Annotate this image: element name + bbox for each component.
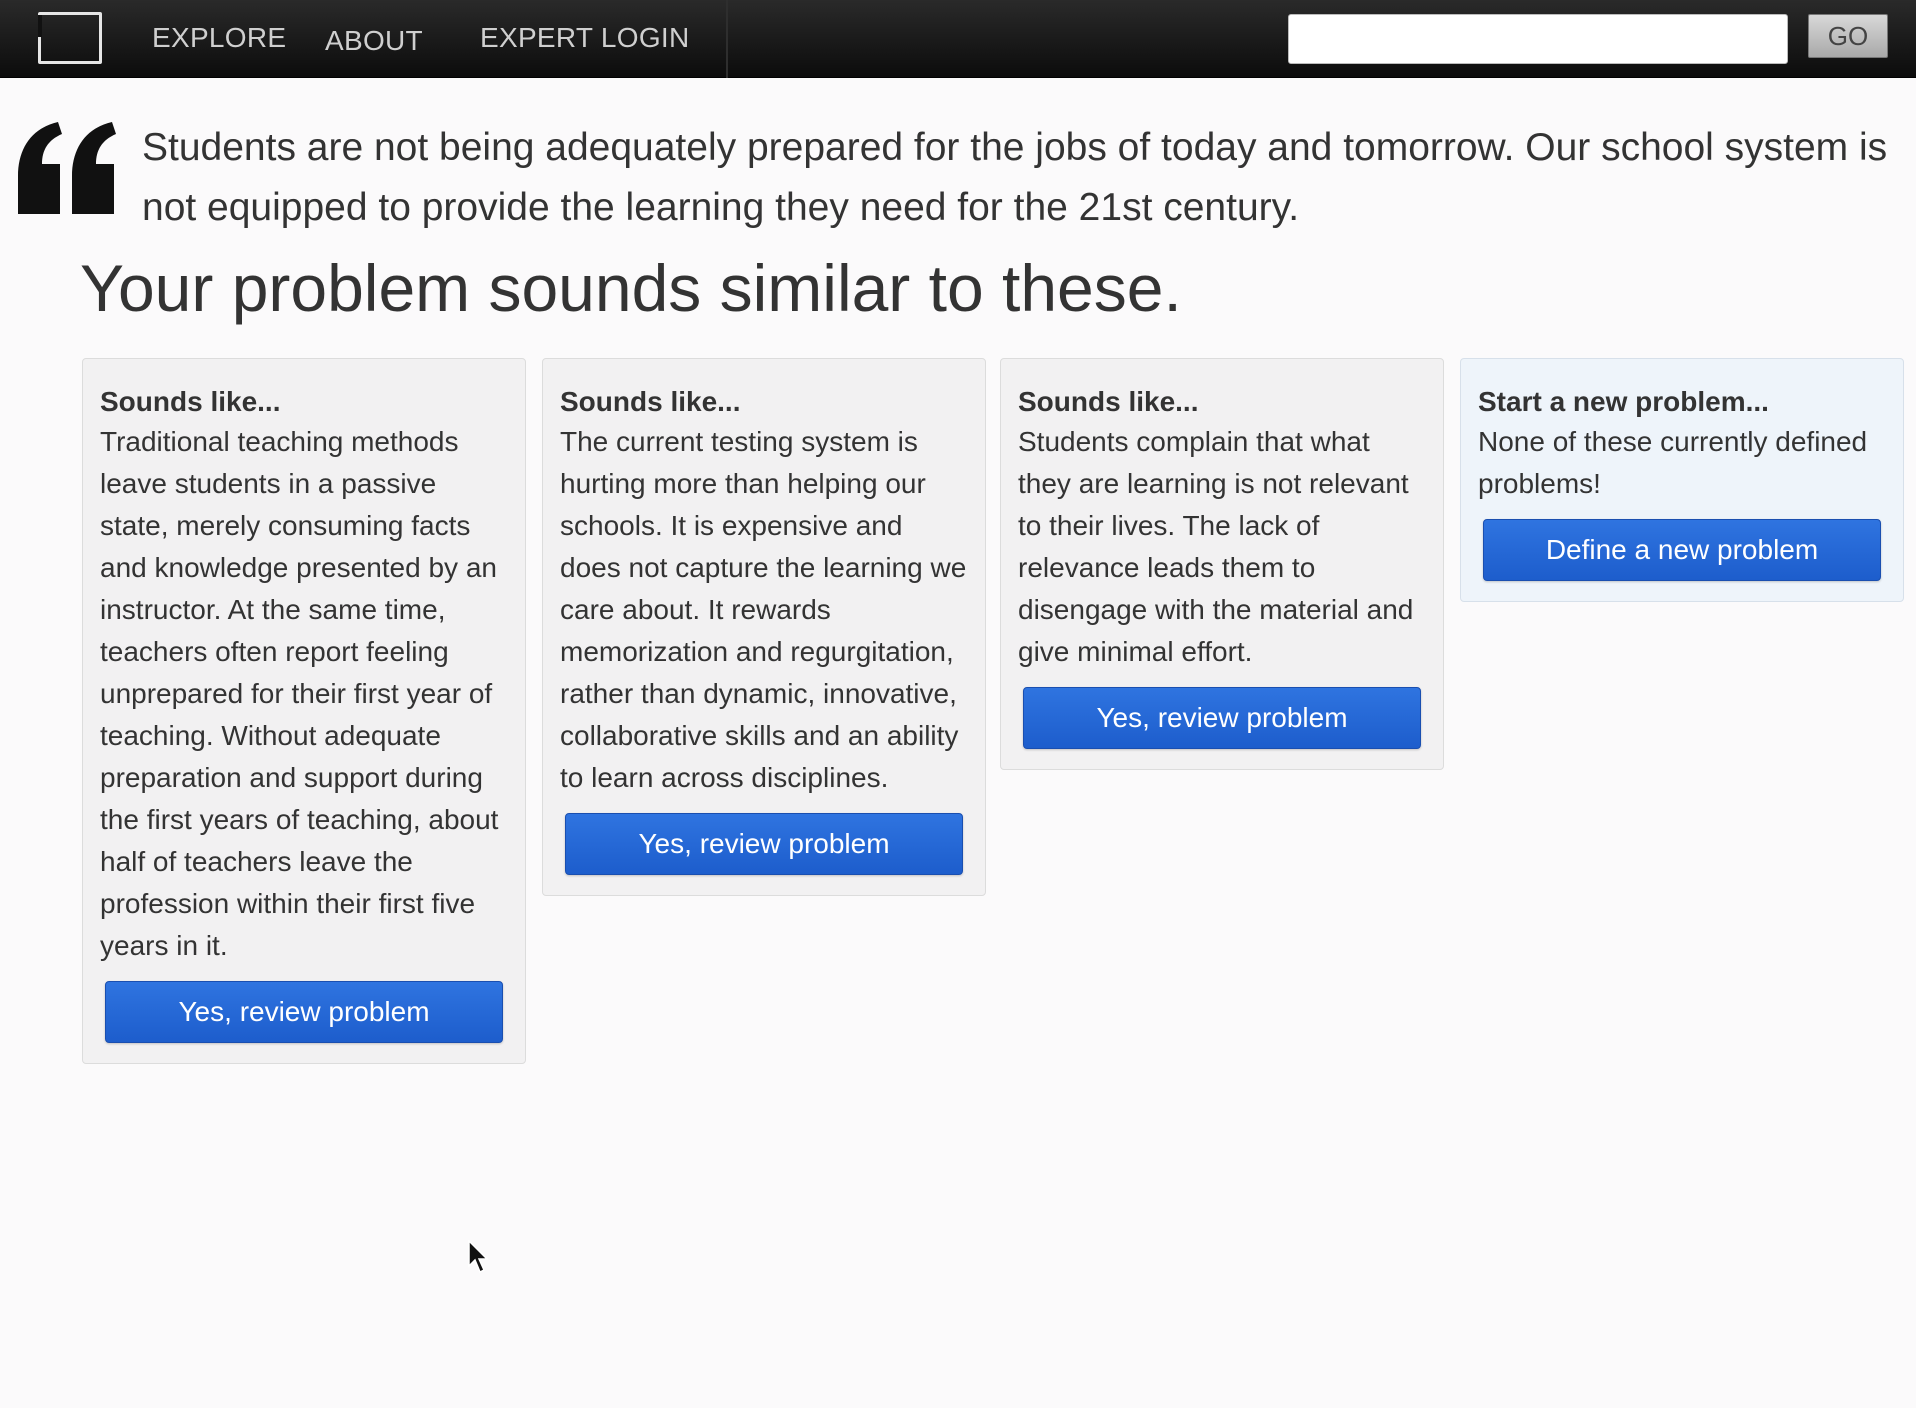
review-problem-button[interactable]: Yes, review problem (105, 981, 503, 1043)
card-heading: Sounds like... (100, 386, 281, 417)
card-description: Students complain that what they are lea… (1018, 426, 1414, 667)
review-problem-button[interactable]: Yes, review problem (565, 813, 963, 875)
similar-problem-card: Sounds like... Students complain that wh… (1000, 358, 1444, 770)
card-heading: Sounds like... (1018, 386, 1199, 417)
define-new-problem-button[interactable]: Define a new problem (1483, 519, 1881, 581)
card-description: None of these currently defined problems… (1478, 426, 1868, 499)
search-input[interactable] (1288, 14, 1788, 64)
similar-problem-card: Sounds like... Traditional teaching meth… (82, 358, 526, 1064)
card-heading: Start a new problem... (1478, 386, 1769, 417)
frame-logo-icon[interactable] (38, 12, 102, 64)
quote-mark-icon (18, 122, 116, 214)
similar-problem-card: Sounds like... The current testing syste… (542, 358, 986, 896)
review-problem-button[interactable]: Yes, review problem (1023, 687, 1421, 749)
top-navigation-bar: EXPLORE ABOUT EXPERT LOGIN GO (0, 0, 1916, 78)
new-problem-card: Start a new problem... None of these cur… (1460, 358, 1904, 602)
card-description: Traditional teaching methods leave stude… (100, 426, 499, 961)
nav-about-link[interactable]: ABOUT (325, 25, 423, 57)
problem-quote-text: Students are not being adequately prepar… (142, 126, 1888, 229)
card-heading: Sounds like... (560, 386, 741, 417)
card-description: The current testing system is hurting mo… (560, 426, 967, 793)
nav-divider (726, 0, 728, 78)
go-button[interactable]: GO (1808, 14, 1888, 58)
mouse-pointer-icon (468, 1240, 489, 1274)
nav-expert-login-link[interactable]: EXPERT LOGIN (480, 22, 690, 54)
nav-explore-link[interactable]: EXPLORE (152, 22, 286, 54)
page-title: Your problem sounds similar to these. (80, 251, 1182, 325)
